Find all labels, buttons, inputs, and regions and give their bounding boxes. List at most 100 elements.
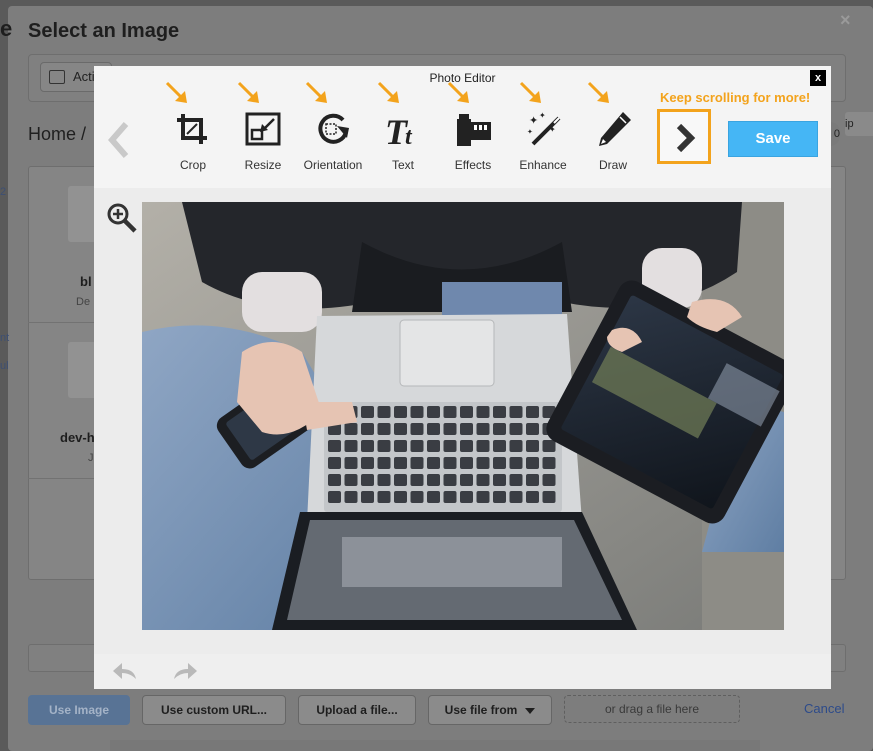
keyboard-key (361, 474, 374, 486)
keyboard-key (361, 406, 374, 418)
zoom-in-button[interactable] (106, 202, 138, 239)
keyboard-key (427, 474, 440, 486)
keyboard-key (460, 423, 473, 435)
keyboard-key (410, 457, 424, 469)
dialog-close-icon[interactable]: × (840, 10, 851, 31)
tool-label: Draw (598, 158, 627, 172)
keyboard-key (443, 423, 457, 435)
upload-file-button[interactable]: Upload a file... (298, 695, 416, 725)
keyboard-key (460, 457, 473, 469)
keyboard-key (443, 440, 457, 452)
keyboard-key (493, 491, 506, 503)
svg-text:✦: ✦ (539, 111, 546, 120)
keyboard-key (493, 423, 506, 435)
account-icon (49, 70, 65, 84)
zoom-in-icon (107, 203, 137, 233)
tool-label: Orientation (303, 158, 363, 172)
keyboard-key (526, 491, 539, 503)
keyboard-key (460, 440, 473, 452)
keyboard-key (476, 423, 490, 435)
tool-enhance[interactable]: ✦ ✦ ✦ ✦ Enhance (510, 106, 576, 178)
use-file-from-button[interactable]: Use file from (428, 695, 552, 725)
crop-icon (177, 114, 207, 144)
keyboard-key (526, 457, 539, 469)
hint-arrow-icon (305, 81, 327, 103)
scroll-hint-text: Keep scrolling for more! (660, 90, 811, 105)
keyboard-key (460, 406, 473, 418)
keyboard-key (344, 440, 358, 452)
tool-orientation[interactable]: Orientation (300, 106, 366, 178)
divider (28, 478, 96, 479)
left-edge-link[interactable]: 2 (0, 186, 6, 198)
left-edge-link[interactable]: nt (0, 332, 9, 344)
keyboard-key (328, 474, 341, 486)
keyboard-key (443, 457, 457, 469)
editor-toolbar: Photo Editor x Crop Resize Orientation T… (94, 66, 831, 188)
keyboard-key (542, 457, 556, 469)
use-custom-url-button[interactable]: Use custom URL... (142, 695, 286, 725)
keyboard-key (443, 406, 457, 418)
keyboard-key (394, 457, 407, 469)
folder-name[interactable]: bl (80, 274, 92, 289)
keyboard-key (377, 406, 391, 418)
chevron-left-icon (108, 122, 129, 158)
keyboard-key (427, 491, 440, 503)
hint-arrow-icon (377, 81, 399, 103)
keyboard-key (410, 406, 424, 418)
editor-close-button[interactable]: x (810, 70, 826, 86)
keyboard-key (542, 440, 556, 452)
keyboard-key (410, 474, 424, 486)
undo-icon (113, 663, 136, 679)
photo-canvas[interactable] (142, 202, 784, 630)
keyboard-key (526, 423, 539, 435)
orientation-icon (318, 113, 349, 144)
scroll-left-button[interactable] (106, 120, 132, 160)
undo-button[interactable] (112, 661, 138, 686)
hint-arrow-icon (447, 81, 469, 103)
tool-text[interactable]: T t Text (370, 106, 436, 178)
keyboard-key (377, 423, 391, 435)
keyboard-key (344, 457, 358, 469)
tool-effects[interactable]: Effects (440, 106, 506, 178)
left-edge-link[interactable]: ul (0, 360, 9, 372)
effects-icon (457, 114, 491, 146)
keyboard-key (460, 491, 473, 503)
drop-zone[interactable]: or drag a file here (564, 695, 740, 723)
keyboard-key (526, 406, 539, 418)
folder-subtitle: J (88, 452, 94, 464)
keyboard-key (328, 491, 341, 503)
tool-label: Resize (244, 158, 282, 172)
folder-name[interactable]: dev-h (60, 430, 95, 445)
keyboard-key (526, 474, 539, 486)
draw-icon (599, 112, 631, 146)
tool-resize[interactable]: Resize (230, 106, 296, 178)
keyboard-key (509, 440, 523, 452)
enhance-icon: ✦ ✦ ✦ ✦ (527, 111, 561, 146)
resize-icon (245, 112, 281, 146)
account-label: Acti (73, 69, 95, 84)
keyboard-key (526, 440, 539, 452)
keyboard-key (443, 474, 457, 486)
photo-editor: Photo Editor x Crop Resize Orientation T… (94, 66, 831, 689)
background-strip (110, 740, 760, 751)
breadcrumb[interactable]: Home / (28, 124, 86, 145)
redo-button[interactable] (172, 661, 198, 686)
scroll-right-button[interactable] (657, 109, 711, 164)
editor-footer (94, 654, 831, 689)
keyboard-key (344, 474, 358, 486)
keyboard-key (394, 406, 407, 418)
svg-text:✦: ✦ (549, 125, 556, 134)
tool-crop[interactable]: Crop (160, 106, 226, 178)
dialog-title: Select an Image (28, 20, 180, 42)
tool-draw[interactable]: Draw (580, 106, 646, 178)
keyboard-key (493, 474, 506, 486)
keyboard-key (427, 423, 440, 435)
cancel-link[interactable]: Cancel (804, 701, 844, 716)
keyboard-key (344, 491, 358, 503)
use-image-button[interactable]: Use Image (28, 695, 130, 725)
right-edge-chip[interactable]: ip (845, 112, 873, 136)
background-title-fragment: e (0, 16, 13, 41)
keyboard-key (361, 457, 374, 469)
keyboard-key (394, 423, 407, 435)
save-button[interactable]: Save (728, 121, 818, 157)
